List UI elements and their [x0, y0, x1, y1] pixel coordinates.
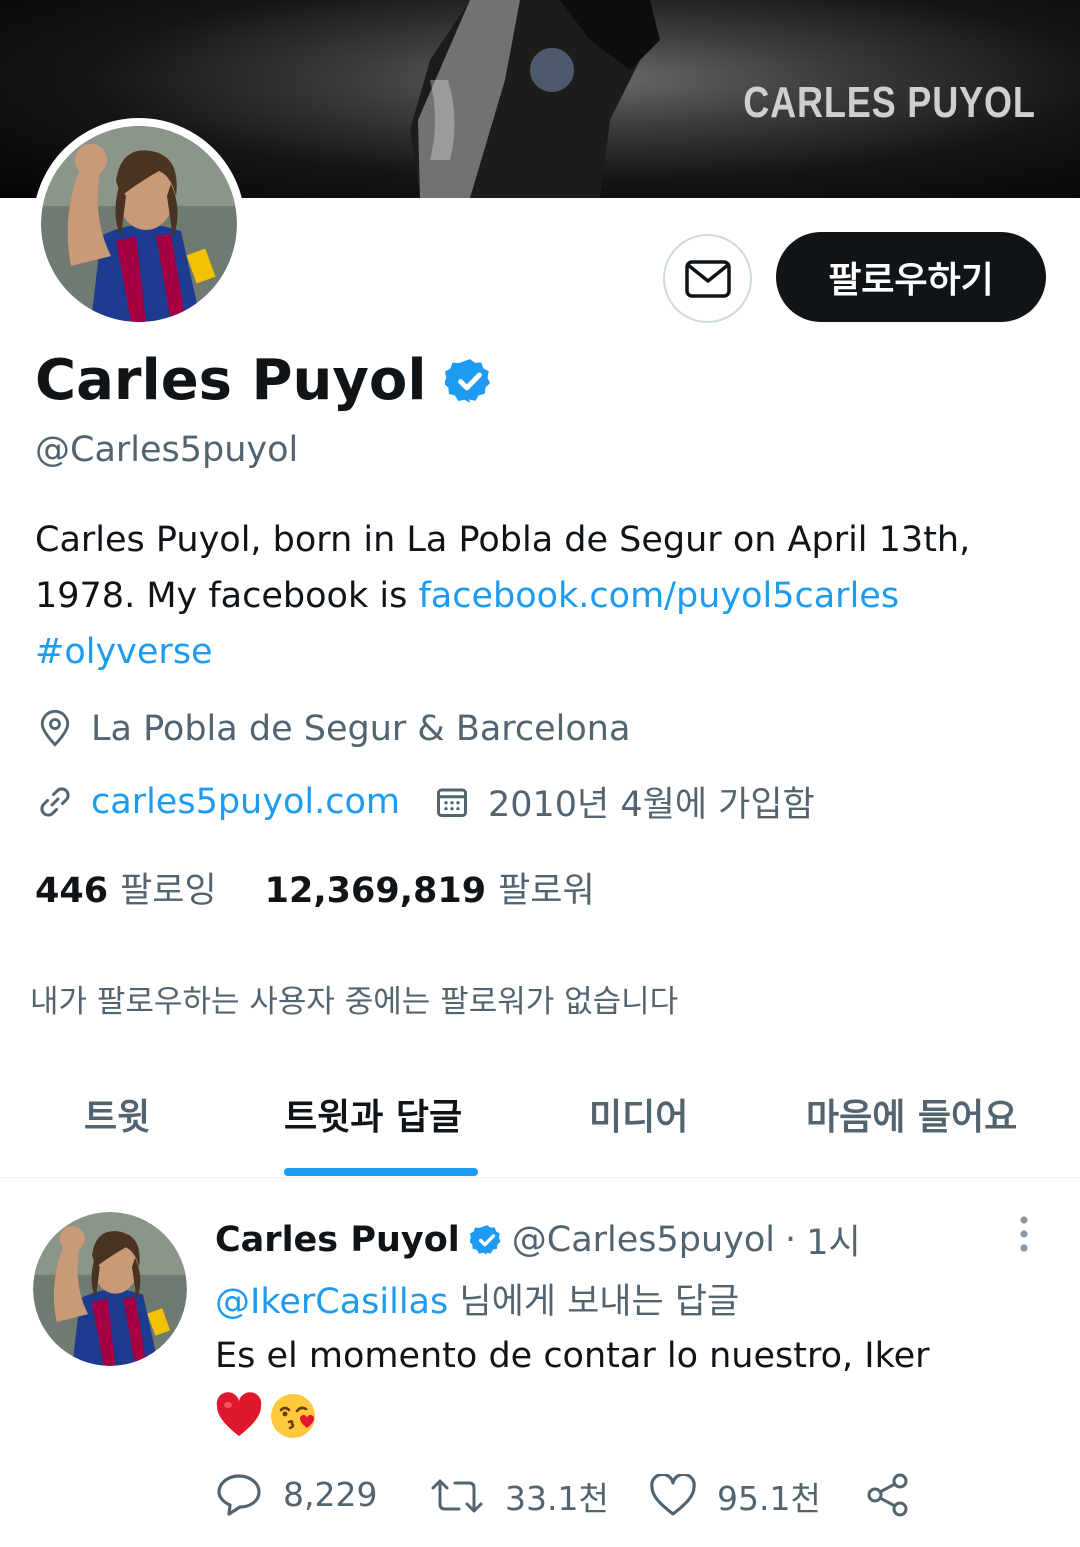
replying-to: @IkerCasillas 님에게 보내는 답글	[215, 1273, 739, 1324]
share-button[interactable]	[865, 1472, 931, 1518]
tweet-header: Carles Puyol @Carles5puyol · 1시	[215, 1214, 861, 1265]
link-icon	[35, 782, 75, 822]
tweet-author-avatar[interactable]	[33, 1212, 187, 1366]
following-label: 팔로잉	[120, 871, 217, 911]
reply-icon	[217, 1474, 261, 1516]
message-button[interactable]	[663, 234, 752, 323]
tweet-text: Es el momento de contar lo nuestro, Iker	[215, 1336, 930, 1376]
display-name-text: Carles Puyol	[35, 348, 427, 413]
tab-media[interactable]: 미디어	[589, 1088, 688, 1140]
reply-suffix: 님에게 보내는 답글	[448, 1282, 740, 1322]
joined-date: 2010년 4월에 가입함	[432, 776, 815, 827]
tweet-timestamp[interactable]: 1시	[806, 1214, 860, 1265]
avatar-image	[33, 1212, 187, 1366]
profile-meta-row: carles5puyol.com 2010년 4월에 가입함	[35, 776, 815, 827]
bio-hashtag[interactable]: #olyverse	[35, 632, 213, 672]
reply-count: 8,229	[283, 1474, 378, 1514]
tweet-author-name[interactable]: Carles Puyol	[215, 1220, 460, 1260]
profile-bio: Carles Puyol, born in La Pobla de Segur …	[35, 512, 1055, 680]
profile-display-name: Carles Puyol	[35, 348, 495, 413]
red-heart-icon	[216, 1392, 262, 1436]
share-icon	[867, 1473, 908, 1517]
followers-count: 12,369,819	[264, 871, 487, 911]
tab-tweets[interactable]: 트윗	[84, 1088, 150, 1140]
following-stat[interactable]: 446 팔로잉	[35, 862, 217, 913]
retweet-button[interactable]: 33.1천	[429, 1472, 609, 1520]
face-blowing-kiss-icon	[271, 1394, 315, 1438]
like-count: 95.1천	[717, 1479, 821, 1518]
joined-text: 2010년 4월에 가입함	[487, 785, 815, 825]
website-link[interactable]: carles5puyol.com	[91, 782, 400, 822]
like-button[interactable]: 95.1천	[649, 1472, 821, 1520]
calendar-icon	[432, 782, 472, 822]
retweet-icon	[431, 1479, 483, 1513]
location-pin-icon	[35, 709, 75, 749]
profile-handle: @Carles5puyol	[35, 430, 299, 470]
location-text: La Pobla de Segur & Barcelona	[91, 709, 631, 749]
profile-location: La Pobla de Segur & Barcelona	[35, 709, 630, 749]
followers-label: 팔로워	[498, 871, 595, 911]
more-vertical-icon[interactable]	[1012, 1214, 1036, 1254]
verified-badge-icon	[444, 358, 490, 403]
bio-facebook-link[interactable]: facebook.com/puyol5carles	[418, 576, 899, 616]
tab-tweets-and-replies[interactable]: 트윗과 답글	[284, 1088, 462, 1140]
active-tab-indicator	[284, 1168, 478, 1176]
verified-badge-icon	[469, 1224, 501, 1255]
profile-stats: 446 팔로잉 12,369,819 팔로워	[35, 862, 595, 913]
banner-title: CARLES PUYOL	[743, 78, 1036, 127]
tab-likes[interactable]: 마음에 들어요	[806, 1088, 1017, 1140]
envelope-icon	[684, 259, 731, 298]
like-icon	[650, 1474, 696, 1516]
separator-dot: ·	[785, 1219, 797, 1260]
profile-tabs: 트윗 트윗과 답글 미디어 마음에 들어요	[0, 1072, 1080, 1178]
retweet-count: 33.1천	[505, 1479, 609, 1518]
follow-button[interactable]: 팔로우하기	[776, 232, 1046, 322]
tweet-author-handle[interactable]: @Carles5puyol	[512, 1220, 775, 1260]
reply-mention-link[interactable]: @IkerCasillas	[215, 1282, 448, 1322]
avatar-image	[41, 126, 237, 322]
mutual-followers-notice: 내가 팔로우하는 사용자 중에는 팔로워가 없습니다	[30, 984, 679, 1020]
following-count: 446	[35, 871, 109, 911]
followers-stat[interactable]: 12,369,819 팔로워	[265, 862, 595, 913]
reply-button[interactable]: 8,229	[215, 1472, 377, 1516]
tweet-emojis	[215, 1392, 319, 1440]
profile-avatar[interactable]	[33, 118, 245, 330]
